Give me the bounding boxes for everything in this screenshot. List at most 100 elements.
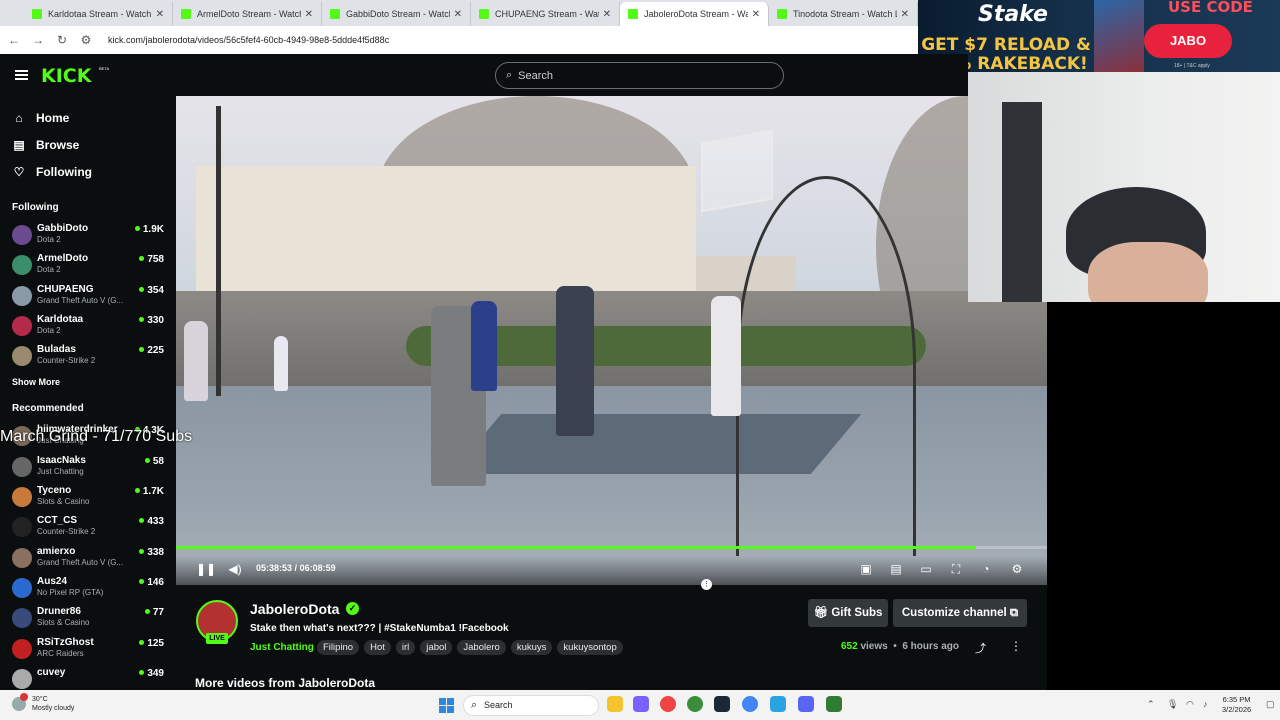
gift-subs-button[interactable]: 🎁︎ Gift Subs: [808, 599, 888, 627]
url-field[interactable]: kick.com/jabolerodota/videos/56c5fef4-60…: [108, 35, 389, 45]
sidebar-channel[interactable]: Tyceno Slots & Casino 1.7K: [0, 482, 176, 512]
theater-mode-icon[interactable]: ▭: [918, 561, 934, 577]
sidebar-channel[interactable]: IsaacNaks Just Chatting 58: [0, 452, 176, 482]
chrome-profile-icon[interactable]: [687, 696, 703, 712]
tag-chip[interactable]: kukuysontop: [557, 640, 623, 655]
channel-category: Dota 2: [37, 325, 61, 335]
search-input[interactable]: ⌕ Search: [495, 62, 784, 89]
browser-tab[interactable]: CHUPAENG Stream - Watch Live ✕: [471, 2, 620, 26]
share-icon[interactable]: ⤴: [975, 640, 986, 656]
kick-logo[interactable]: KICK: [41, 65, 91, 87]
notification-icon[interactable]: ▢: [1266, 699, 1275, 710]
more-options-icon[interactable]: ⋮: [1010, 639, 1022, 653]
speaker-icon[interactable]: ♪: [1203, 699, 1208, 709]
channel-avatar: [12, 315, 32, 336]
browser-tab[interactable]: ArmelDoto Stream - Watch Live ✕: [173, 2, 322, 26]
drag-handle-icon[interactable]: ⋮: [701, 579, 712, 590]
channel-category: ARC Raiders: [37, 648, 84, 658]
video-backboard: [701, 129, 773, 213]
sidebar-channel[interactable]: Karldotaa Dota 2 330: [0, 311, 176, 341]
windows-start-icon[interactable]: [439, 698, 454, 713]
copilot-icon[interactable]: [633, 696, 649, 712]
stake-ad-banner[interactable]: Stake GET $7 RELOAD & 3.5% RAKEBACK! USE…: [918, 0, 1280, 72]
close-tab-icon[interactable]: ✕: [156, 9, 164, 20]
video-progress-bar[interactable]: [176, 546, 1047, 549]
tag-chip[interactable]: kukuys: [510, 640, 553, 655]
menu-icon[interactable]: [15, 70, 28, 80]
viewer-count: 225: [139, 345, 164, 356]
steam-icon[interactable]: [714, 696, 730, 712]
category-link[interactable]: Just Chatting: [250, 642, 314, 653]
video-player[interactable]: ❚❚ ◀) 05:38:53 / 06:08:59 ▣ ▤ ▭ ⛶ ◔ ⚙: [176, 96, 1047, 585]
sidebar-channel[interactable]: Aus24 No Pixel RP (GTA) 146: [0, 573, 176, 603]
clip-icon[interactable]: ▤: [888, 561, 904, 577]
tag-chip[interactable]: Jabolero: [457, 640, 506, 655]
sidebar-channel[interactable]: RSiTzGhost ARC Raiders 125: [0, 634, 176, 664]
close-tab-icon[interactable]: ✕: [603, 9, 611, 20]
tray-overflow-icon[interactable]: ⌃: [1147, 699, 1155, 710]
close-tab-icon[interactable]: ✕: [901, 9, 909, 20]
telegram-icon[interactable]: [770, 696, 786, 712]
tag-chip[interactable]: jabol: [420, 640, 453, 655]
nav-item-browse[interactable]: ▤ Browse: [0, 131, 176, 158]
close-tab-icon[interactable]: ✕: [454, 9, 462, 20]
home-icon: ⌂: [15, 110, 23, 125]
video-player-figure: [711, 296, 741, 416]
sidebar-channel[interactable]: CHUPAENG Grand Theft Auto V (G... 354: [0, 281, 176, 311]
taskbar-clock[interactable]: 6:35 PM 3/2/2026: [1222, 695, 1251, 715]
browser-tab[interactable]: GabbiDoto Stream - Watch Live ✕: [322, 2, 471, 26]
kick-favicon-icon: [777, 9, 787, 19]
volume-icon[interactable]: ◀): [227, 561, 243, 577]
channel-name: CCT_CS: [37, 515, 78, 527]
ad-fine-print: 18+ | T&C apply: [1174, 63, 1210, 69]
sub-goal-overlay: March Grind - 71/770 Subs: [0, 428, 193, 445]
sidebar-channel[interactable]: ArmelDoto Dota 2 758: [0, 250, 176, 280]
sidebar-channel[interactable]: amierxo Grand Theft Auto V (G... 338: [0, 543, 176, 573]
chrome-icon[interactable]: [660, 696, 676, 712]
sidebar-channel[interactable]: Buladas Counter-Strike 2 225: [0, 341, 176, 371]
customize-channel-button[interactable]: Customize channel ⧉: [893, 599, 1027, 627]
browser-icon[interactable]: [742, 696, 758, 712]
pause-icon[interactable]: ❚❚: [196, 561, 216, 577]
weather-widget[interactable]: 30°C Mostly cloudy: [32, 695, 74, 713]
tag-chip[interactable]: Hot: [364, 640, 391, 655]
settings-icon[interactable]: ⚙: [1009, 561, 1025, 577]
heart-icon: ♡: [13, 164, 25, 179]
sidebar: ⌂ Home ▤ Browse ♡ Following Following GabbiDo…: [0, 96, 176, 690]
sidebar-channel[interactable]: CCT_CS Counter-Strike 2 433: [0, 512, 176, 542]
wifi-icon[interactable]: ◠: [1186, 699, 1194, 710]
ad-code-button[interactable]: JABO: [1144, 24, 1232, 58]
sidebar-channel[interactable]: cuvey 349: [0, 664, 176, 690]
sidebar-channel[interactable]: Druner86 Slots & Casino 77: [0, 603, 176, 633]
reload-icon[interactable]: ↻: [56, 33, 68, 47]
browser-tab[interactable]: JaboleroDota Stream - Watch L ✕: [620, 2, 769, 26]
file-explorer-icon[interactable]: [607, 696, 623, 712]
channel-name: Aus24: [37, 575, 68, 587]
sidebar-channel[interactable]: GabbiDoto Dota 2 1.9K: [0, 220, 176, 250]
tag-chip[interactable]: Filipino: [317, 640, 360, 655]
browser-tab-strip: Karldotaa Stream - Watch Live✕ArmelDoto …: [0, 0, 918, 26]
fullscreen-icon[interactable]: ⛶: [948, 561, 964, 577]
taskbar-search[interactable]: Search: [463, 695, 599, 716]
playback-speed-icon[interactable]: ◔: [978, 561, 994, 577]
show-more-link[interactable]: Show More: [0, 377, 176, 391]
viewer-count: 146: [139, 577, 164, 588]
app-icon[interactable]: [826, 696, 842, 712]
close-tab-icon[interactable]: ✕: [752, 9, 760, 20]
discord-icon[interactable]: [798, 696, 814, 712]
browser-tab[interactable]: Tinodota Stream - Watch Live ✕: [769, 2, 918, 26]
channel-name: CHUPAENG: [37, 283, 94, 295]
channel-category: Grand Theft Auto V (G...: [37, 295, 124, 305]
miniplayer-icon[interactable]: ▣: [858, 561, 874, 577]
site-info-icon[interactable]: ⚙: [80, 33, 92, 47]
back-icon[interactable]: ←: [8, 33, 20, 47]
nav-item-following[interactable]: ♡ Following: [0, 158, 176, 185]
close-tab-icon[interactable]: ✕: [305, 9, 313, 20]
browser-tab[interactable]: Karldotaa Stream - Watch Live ✕: [24, 2, 173, 26]
tag-chip[interactable]: irl: [395, 640, 416, 655]
forward-icon[interactable]: →: [32, 33, 44, 47]
channel-name[interactable]: JaboleroDota: [250, 601, 339, 617]
nav-item-home[interactable]: ⌂ Home: [0, 104, 176, 131]
video-player-figure: [471, 301, 497, 391]
microphone-icon[interactable]: 🎙︎: [1167, 699, 1178, 710]
